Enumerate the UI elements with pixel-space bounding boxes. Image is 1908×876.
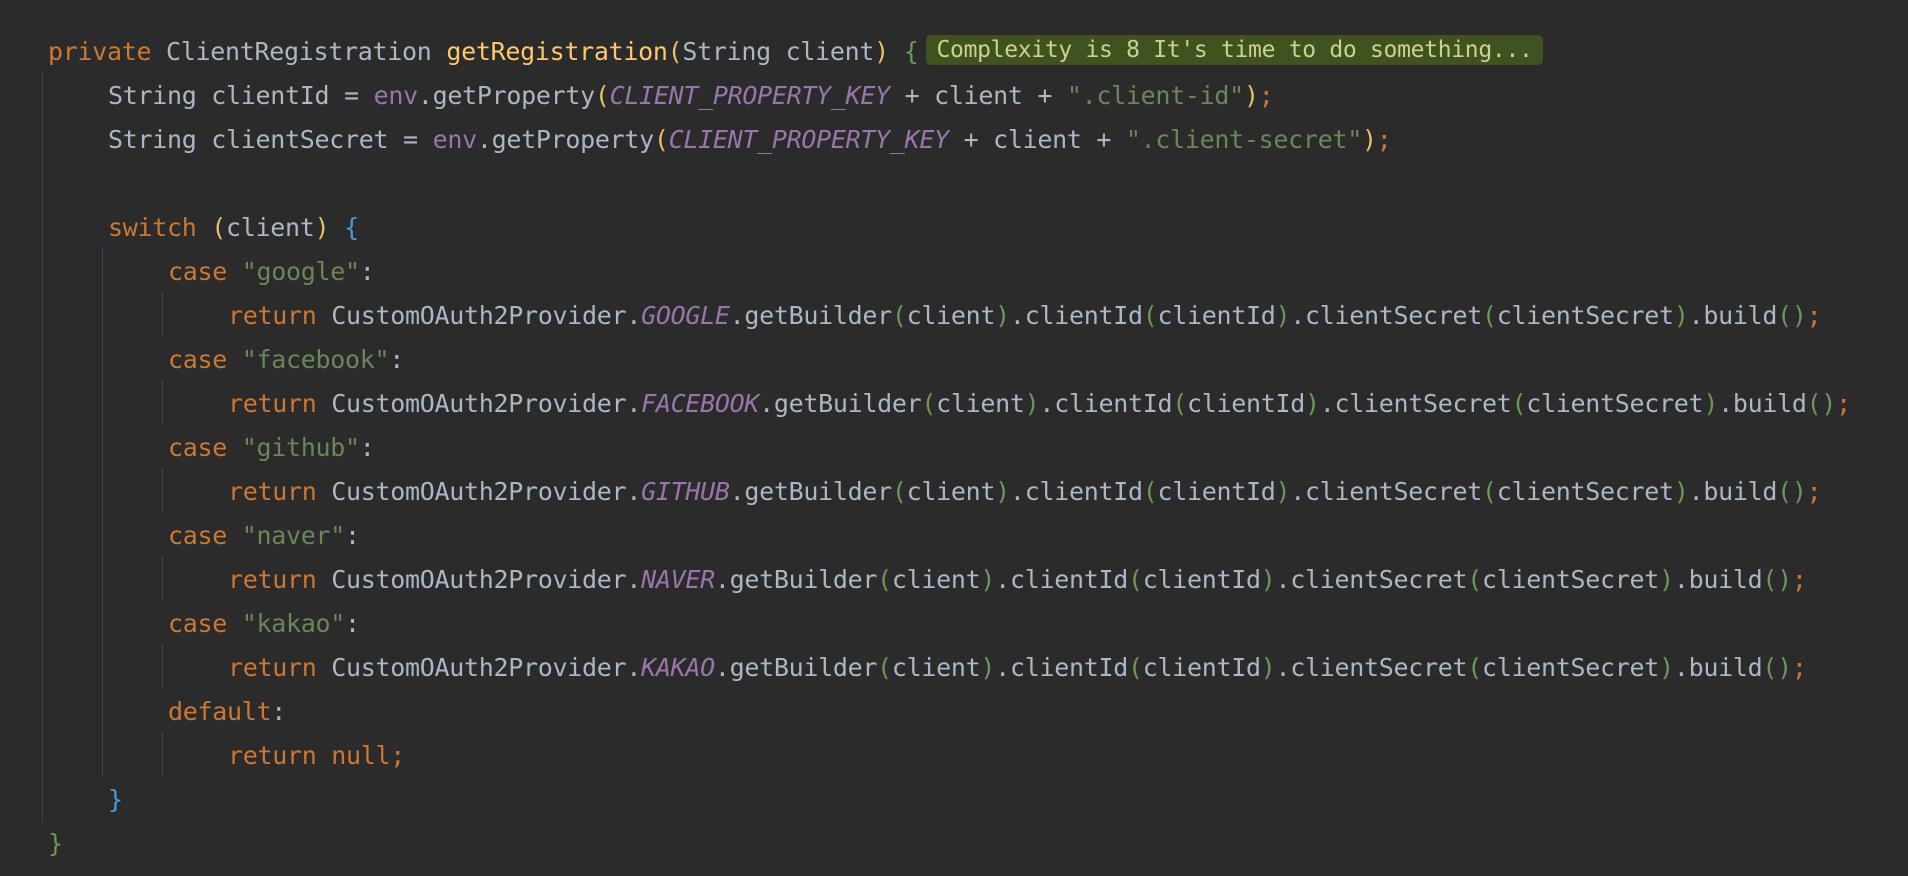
indent-guide-case (162, 380, 163, 424)
code-line-method-close[interactable]: } (48, 822, 63, 866)
code-line-return[interactable]: return CustomOAuth2Provider.NAVER.getBui… (228, 558, 1807, 602)
method-call: build (1688, 653, 1763, 682)
keyword-return: return (228, 565, 317, 594)
keyword-case: case (168, 609, 228, 638)
method-call: build (1703, 477, 1778, 506)
provider-constant: NAVER (641, 565, 715, 594)
case-label: "kakao" (241, 609, 346, 638)
method-call: clientId (1024, 477, 1143, 506)
class-name: CustomOAuth2Provider (331, 477, 627, 506)
method-call: build (1688, 565, 1763, 594)
variable-name: clientId (211, 81, 330, 110)
keyword-return: return (228, 653, 317, 682)
indent-guide-case (162, 468, 163, 512)
code-line-case[interactable]: case "kakao": (168, 602, 360, 646)
case-label: "google" (241, 257, 360, 286)
string-literal: ".client-secret" (1125, 125, 1362, 154)
complexity-hint-badge[interactable]: Complexity is 8 It's time to do somethin… (926, 35, 1543, 65)
switch-subject: client (226, 213, 315, 242)
keyword-null: null (331, 741, 391, 770)
indent-guide-method (42, 72, 43, 822)
indent-guide-switch (102, 248, 103, 776)
method-call: clientSecret (1334, 389, 1512, 418)
method-call: clientId (1024, 301, 1143, 330)
provider-constant: KAKAO (641, 653, 715, 682)
type-name: String (108, 81, 197, 110)
class-name: CustomOAuth2Provider (331, 653, 627, 682)
variable-name: clientSecret (211, 125, 389, 154)
code-line-return[interactable]: return CustomOAuth2Provider.GOOGLE.getBu… (228, 294, 1822, 338)
indent-guide-case (162, 292, 163, 336)
keyword-return: return (228, 477, 317, 506)
code-line-client-id[interactable]: String clientId = env.getProperty(CLIENT… (108, 74, 1274, 118)
class-name: CustomOAuth2Provider (331, 565, 627, 594)
case-label: "github" (241, 433, 360, 462)
provider-constant: FACEBOOK (641, 389, 760, 418)
field-env: env (432, 125, 478, 154)
method-call: getProperty (432, 81, 596, 110)
keyword-case: case (168, 521, 228, 550)
code-line-return[interactable]: return CustomOAuth2Provider.FACEBOOK.get… (228, 382, 1851, 426)
indent-guide-case (162, 556, 163, 600)
code-line-case[interactable]: case "google": (168, 250, 375, 294)
keyword-return: return (228, 389, 317, 418)
param-type: String (682, 37, 771, 66)
provider-constant: GOOGLE (641, 301, 730, 330)
code-line-client-secret[interactable]: String clientSecret = env.getProperty(CL… (108, 118, 1392, 162)
method-call: getProperty (491, 125, 655, 154)
keyword-case: case (168, 433, 228, 462)
constant-name: CLIENT_PROPERTY_KEY (668, 125, 950, 154)
method-call: getBuilder (773, 389, 922, 418)
code-line-default[interactable]: default: (168, 690, 286, 734)
class-name: CustomOAuth2Provider (331, 389, 627, 418)
method-call: build (1732, 389, 1807, 418)
class-name: CustomOAuth2Provider (331, 301, 627, 330)
field-env: env (373, 81, 419, 110)
code-line-case[interactable]: case "facebook": (168, 338, 404, 382)
method-call: clientSecret (1305, 477, 1483, 506)
keyword-switch: switch (108, 213, 197, 242)
keyword-return: return (228, 301, 317, 330)
keyword-case: case (168, 345, 228, 374)
case-label: "facebook" (241, 345, 390, 374)
indent-guide-case (162, 644, 163, 688)
case-label: "naver" (241, 521, 346, 550)
keyword-default: default (168, 697, 272, 726)
method-name: getRegistration (446, 37, 668, 66)
code-line-return[interactable]: return CustomOAuth2Provider.KAKAO.getBui… (228, 646, 1807, 690)
method-call: clientSecret (1290, 653, 1468, 682)
constant-name: CLIENT_PROPERTY_KEY (609, 81, 891, 110)
code-line-return[interactable]: return CustomOAuth2Provider.GITHUB.getBu… (228, 470, 1822, 514)
code-line-switch-close[interactable]: } (108, 778, 123, 822)
code-line-return-null[interactable]: return null; (228, 734, 405, 778)
method-call: getBuilder (729, 565, 878, 594)
keyword-private: private (48, 37, 152, 66)
method-call: build (1703, 301, 1778, 330)
code-line-case[interactable]: case "naver": (168, 514, 360, 558)
method-call: getBuilder (744, 301, 892, 330)
keyword-return: return (228, 741, 317, 770)
method-call: getBuilder (729, 653, 878, 682)
string-literal: ".client-id" (1066, 81, 1244, 110)
code-line-case[interactable]: case "github": (168, 426, 375, 470)
method-call: clientId (1009, 565, 1128, 594)
code-line-method-signature[interactable]: private ClientRegistration getRegistrati… (48, 30, 1543, 74)
indent-guide-case (162, 732, 163, 776)
return-type: ClientRegistration (166, 37, 432, 66)
provider-constant: GITHUB (641, 477, 730, 506)
method-call: clientId (1054, 389, 1173, 418)
method-call: clientSecret (1305, 301, 1483, 330)
method-call: getBuilder (744, 477, 892, 506)
code-line-switch[interactable]: switch (client) { (108, 206, 359, 250)
code-editor[interactable]: private ClientRegistration getRegistrati… (0, 0, 1908, 876)
method-call: clientSecret (1290, 565, 1468, 594)
type-name: String (108, 125, 197, 154)
param-name: client (785, 37, 875, 66)
method-call: clientId (1009, 653, 1128, 682)
keyword-case: case (168, 257, 228, 286)
